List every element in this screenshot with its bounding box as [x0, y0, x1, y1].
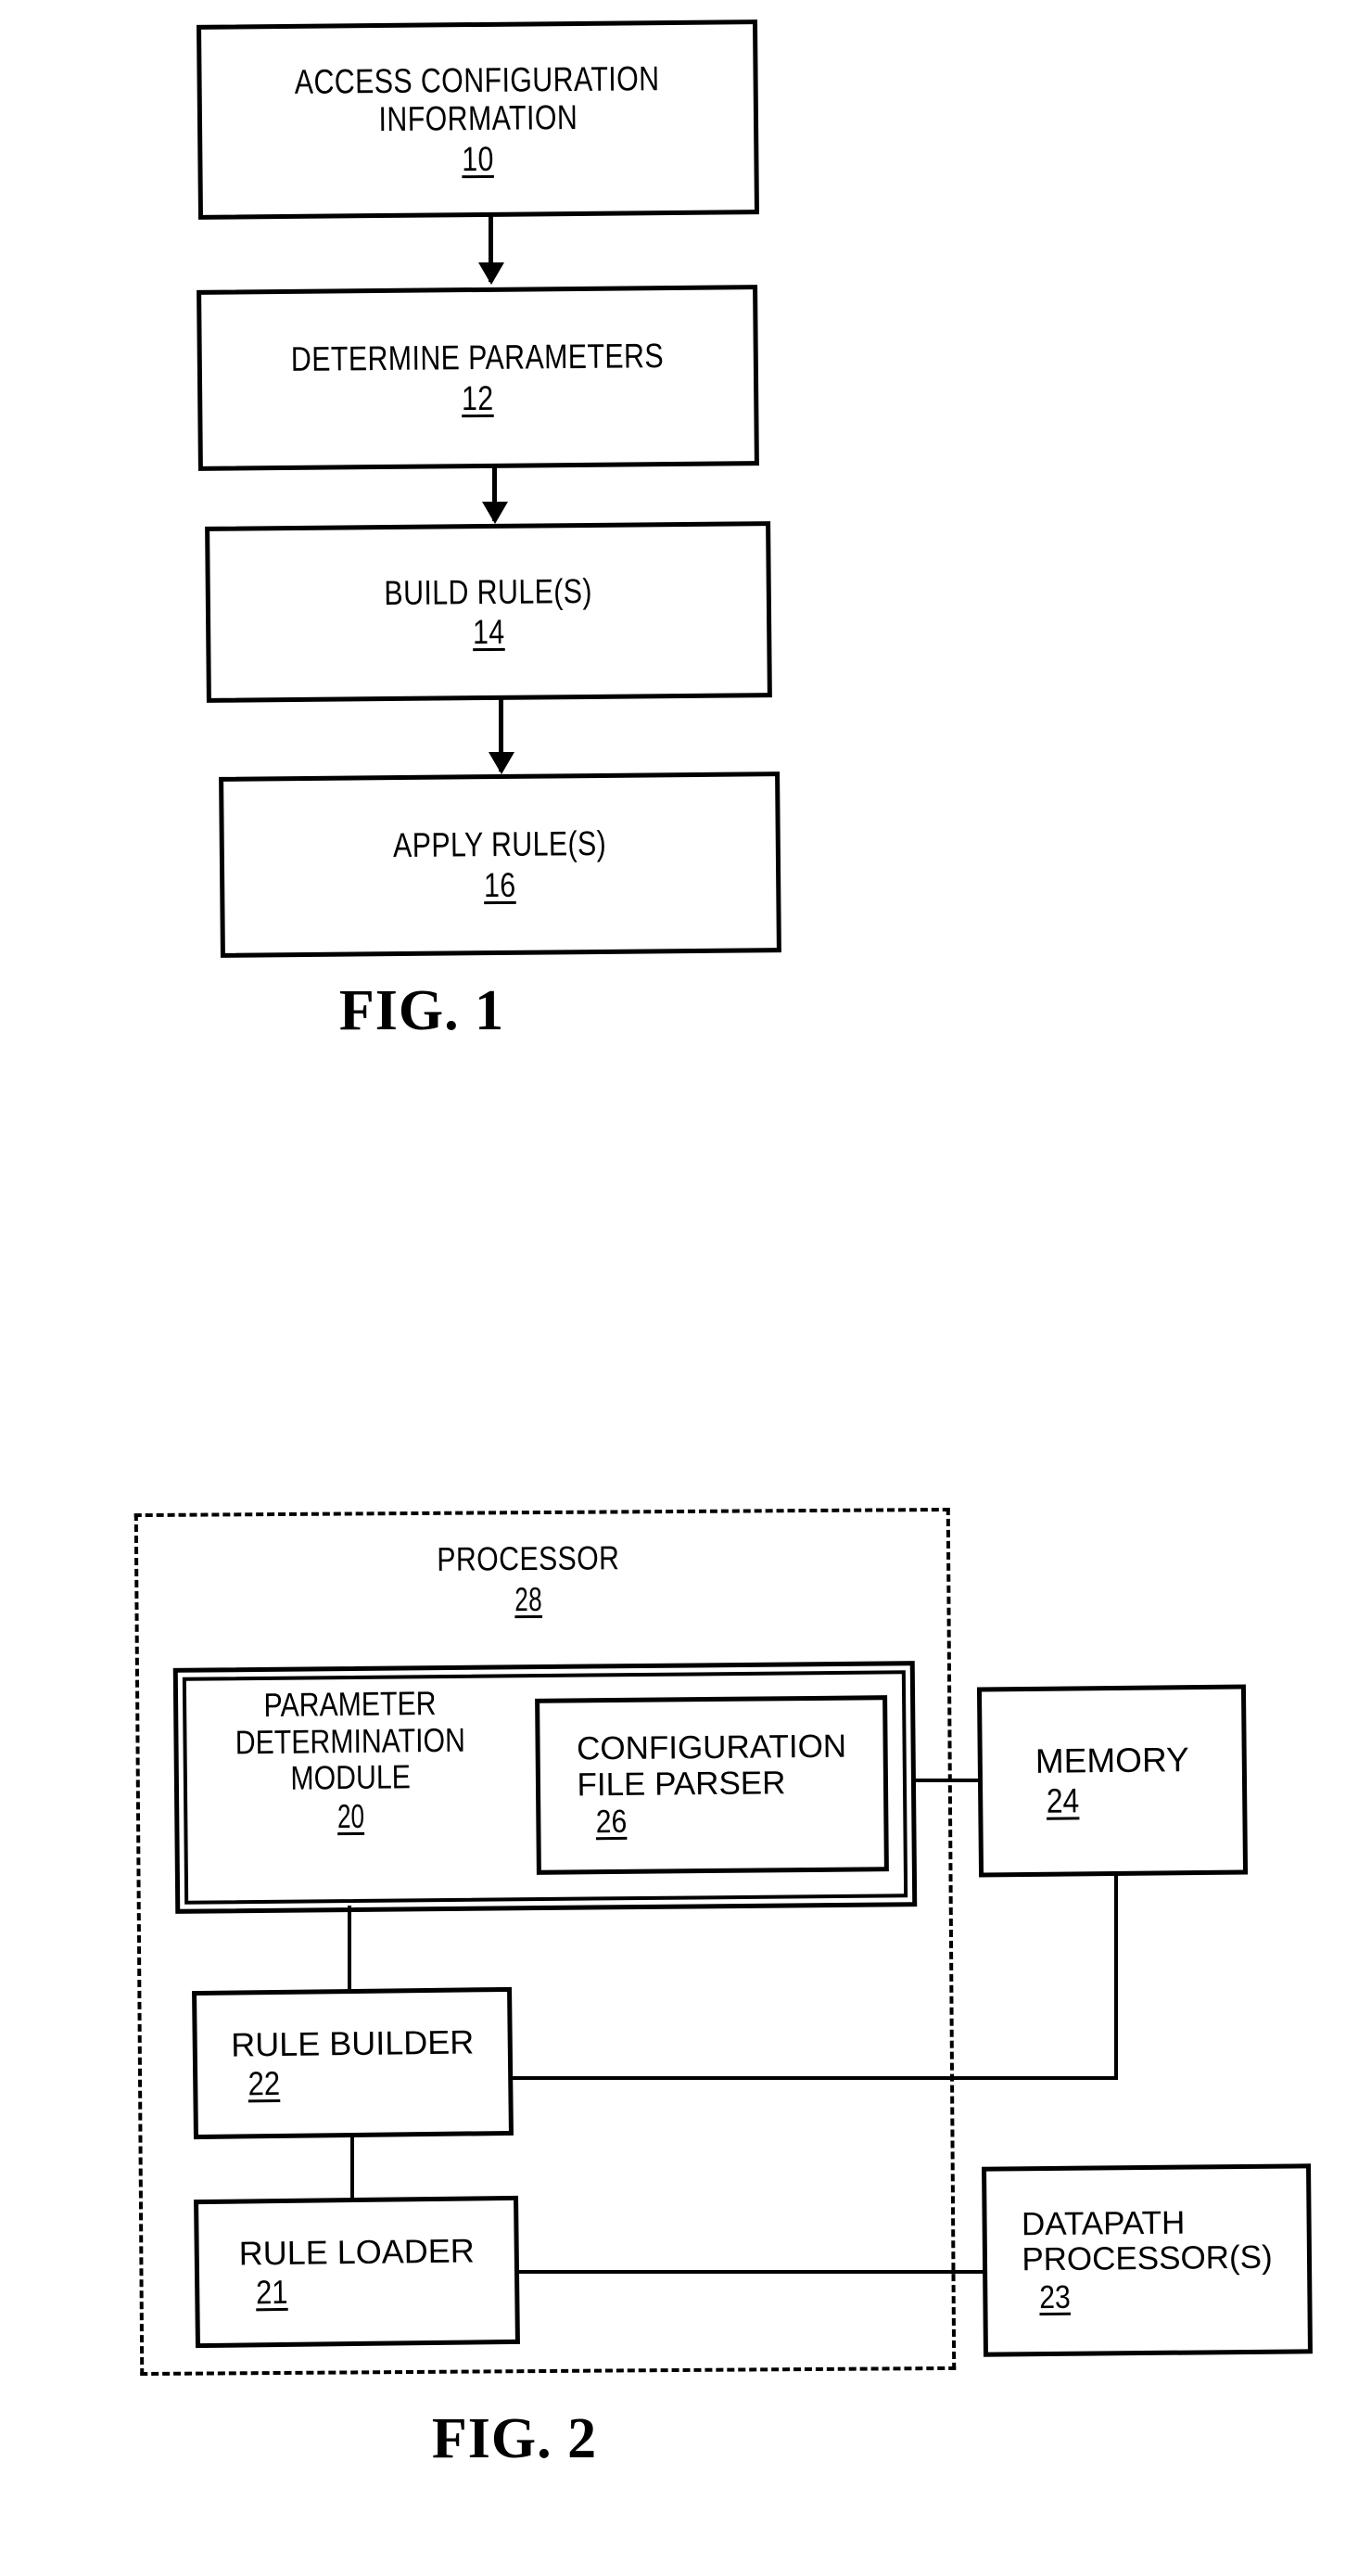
- connector-module-to-memory: [913, 1779, 982, 1782]
- memory-label-line1: MEMORY: [1035, 1740, 1189, 1780]
- reference-numeral-22: 22: [248, 2063, 281, 2103]
- rule-builder-label: RULE BUILDER 22: [230, 2022, 475, 2103]
- pdm-label-line1: PARAMETER: [263, 1683, 437, 1725]
- parameter-determination-module-label: PARAMETER DETERMINATION MODULE 20: [218, 1684, 484, 1836]
- connector-rule-loader-to-datapath-processors: [515, 2270, 986, 2274]
- cfp-label-line2: FILE PARSER: [577, 1764, 786, 1804]
- rule-builder-block: RULE BUILDER 22: [192, 1986, 514, 2140]
- reference-numeral-26: 26: [596, 1804, 628, 1841]
- datapath-processors-label: DATAPATH PROCESSOR(S) 23: [1022, 2204, 1273, 2315]
- pdm-label-line2: DETERMINATION: [235, 1720, 466, 1762]
- memory-block: MEMORY 24: [976, 1684, 1249, 1878]
- reference-numeral-28: 28: [514, 1579, 543, 1619]
- reference-numeral-24: 24: [1046, 1780, 1080, 1820]
- rule-builder-label-line1: RULE BUILDER: [230, 2022, 475, 2065]
- figure-2-group: PROCESSOR 28 PARAMETER DETERMINATION MOD…: [0, 0, 1371, 2576]
- dp-label-line1: DATAPATH: [1021, 2204, 1186, 2243]
- patent-drawing-sheet: ACCESS CONFIGURATION INFORMATION 10 DETE…: [0, 0, 1371, 2576]
- reference-numeral-23: 23: [1039, 2278, 1072, 2315]
- rule-loader-label: RULE LOADER 21: [238, 2231, 476, 2312]
- configuration-file-parser-block: CONFIGURATION FILE PARSER 26: [535, 1695, 889, 1875]
- rule-loader-label-line1: RULE LOADER: [238, 2231, 476, 2273]
- connector-rule-builder-to-rule-loader: [350, 2136, 354, 2200]
- cfp-label-line1: CONFIGURATION: [576, 1728, 847, 1767]
- connector-module-to-rule-builder: [348, 1906, 351, 1991]
- dp-label-line2: PROCESSOR(S): [1022, 2238, 1273, 2278]
- memory-label: MEMORY 24: [1035, 1741, 1190, 1820]
- reference-numeral-21: 21: [255, 2272, 288, 2312]
- reference-numeral-20: 20: [336, 1796, 365, 1835]
- rule-loader-block: RULE LOADER 21: [194, 2195, 520, 2349]
- processor-label: PROCESSOR 28: [419, 1538, 638, 1620]
- processor-label-text: PROCESSOR: [437, 1538, 620, 1578]
- datapath-processors-block: DATAPATH PROCESSOR(S) 23: [982, 2163, 1313, 2357]
- connector-memory-to-rule-builder: [510, 2076, 1118, 2080]
- figure-caption-2: FIG. 2: [431, 2407, 598, 2470]
- configuration-file-parser-label: CONFIGURATION FILE PARSER 26: [576, 1728, 847, 1841]
- connector-memory-vertical: [1114, 1873, 1118, 2079]
- pdm-label-line3: MODULE: [290, 1757, 412, 1797]
